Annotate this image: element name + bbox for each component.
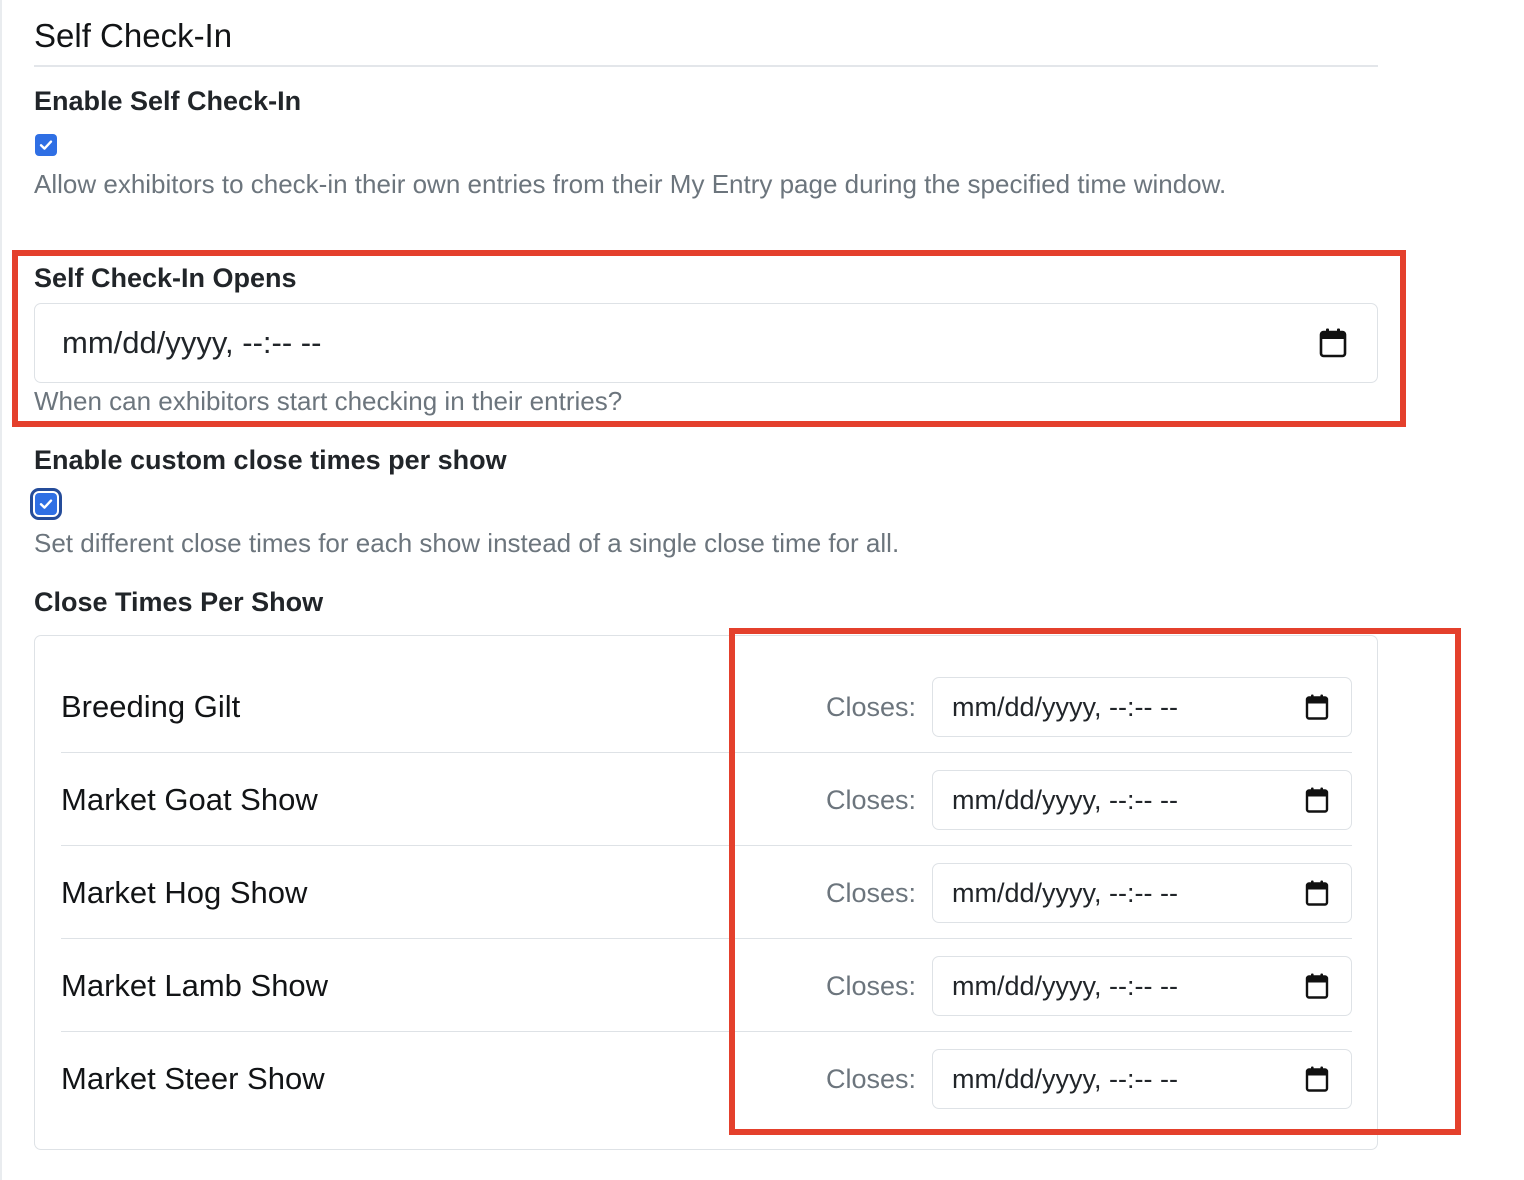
show-close-time-value: mm/dd/yyyy, --:-- --	[952, 691, 1178, 722]
show-close-time-input[interactable]: mm/dd/yyyy, --:-- --	[932, 1049, 1352, 1109]
calendar-icon[interactable]	[1305, 694, 1329, 720]
close-times-list: Breeding Gilt Closes: mm/dd/yyyy, --:-- …	[34, 635, 1378, 1150]
show-close-time-value: mm/dd/yyyy, --:-- --	[952, 877, 1178, 908]
self-checkin-opens-label: Self Check-In Opens	[34, 263, 297, 293]
closes-label: Closes:	[825, 878, 916, 908]
enable-self-checkin-help: Allow exhibitors to check-in their own e…	[34, 169, 1227, 199]
section-title: Self Check-In	[34, 17, 233, 54]
page-left-border	[0, 0, 2, 1180]
show-name: Market Hog Show	[61, 875, 308, 910]
show-close-time-input[interactable]: mm/dd/yyyy, --:-- --	[932, 677, 1352, 737]
closes-label: Closes:	[825, 1064, 916, 1094]
custom-close-times-help: Set different close times for each show …	[34, 528, 900, 558]
show-close-time-value: mm/dd/yyyy, --:-- --	[952, 970, 1178, 1001]
show-name: Market Goat Show	[61, 782, 318, 817]
enable-self-checkin-checkbox[interactable]	[35, 134, 57, 156]
custom-close-times-checkbox[interactable]	[30, 488, 62, 520]
custom-close-times-label: Enable custom close times per show	[34, 445, 507, 475]
self-checkin-opens-input[interactable]: mm/dd/yyyy, --:-- --	[34, 303, 1378, 383]
calendar-icon[interactable]	[1305, 1066, 1329, 1092]
show-row: Market Lamb Show Closes: mm/dd/yyyy, --:…	[61, 939, 1352, 1032]
show-row: Market Hog Show Closes: mm/dd/yyyy, --:-…	[61, 846, 1352, 939]
show-row: Market Steer Show Closes: mm/dd/yyyy, --…	[61, 1032, 1352, 1125]
show-close-time-input[interactable]: mm/dd/yyyy, --:-- --	[932, 956, 1352, 1016]
section-divider	[34, 65, 1378, 67]
calendar-icon[interactable]	[1305, 880, 1329, 906]
close-times-per-show-label: Close Times Per Show	[34, 587, 324, 617]
calendar-icon[interactable]	[1305, 787, 1329, 813]
show-close-time-value: mm/dd/yyyy, --:-- --	[952, 1063, 1178, 1094]
show-name: Market Lamb Show	[61, 968, 329, 1003]
show-close-time-input[interactable]: mm/dd/yyyy, --:-- --	[932, 863, 1352, 923]
closes-label: Closes:	[825, 971, 916, 1001]
check-icon	[39, 499, 53, 509]
enable-self-checkin-label: Enable Self Check-In	[34, 86, 302, 116]
show-row: Breeding Gilt Closes: mm/dd/yyyy, --:-- …	[61, 660, 1352, 753]
self-checkin-opens-help: When can exhibitors start checking in th…	[34, 386, 623, 416]
calendar-icon[interactable]	[1305, 973, 1329, 999]
show-name: Market Steer Show	[61, 1061, 325, 1096]
show-close-time-value: mm/dd/yyyy, --:-- --	[952, 784, 1178, 815]
self-checkin-opens-value: mm/dd/yyyy, --:-- --	[62, 325, 322, 360]
calendar-icon[interactable]	[1319, 328, 1347, 358]
closes-label: Closes:	[825, 692, 916, 722]
check-icon	[39, 140, 53, 150]
show-close-time-input[interactable]: mm/dd/yyyy, --:-- --	[932, 770, 1352, 830]
show-row: Market Goat Show Closes: mm/dd/yyyy, --:…	[61, 753, 1352, 846]
closes-label: Closes:	[825, 785, 916, 815]
show-name: Breeding Gilt	[61, 689, 241, 724]
